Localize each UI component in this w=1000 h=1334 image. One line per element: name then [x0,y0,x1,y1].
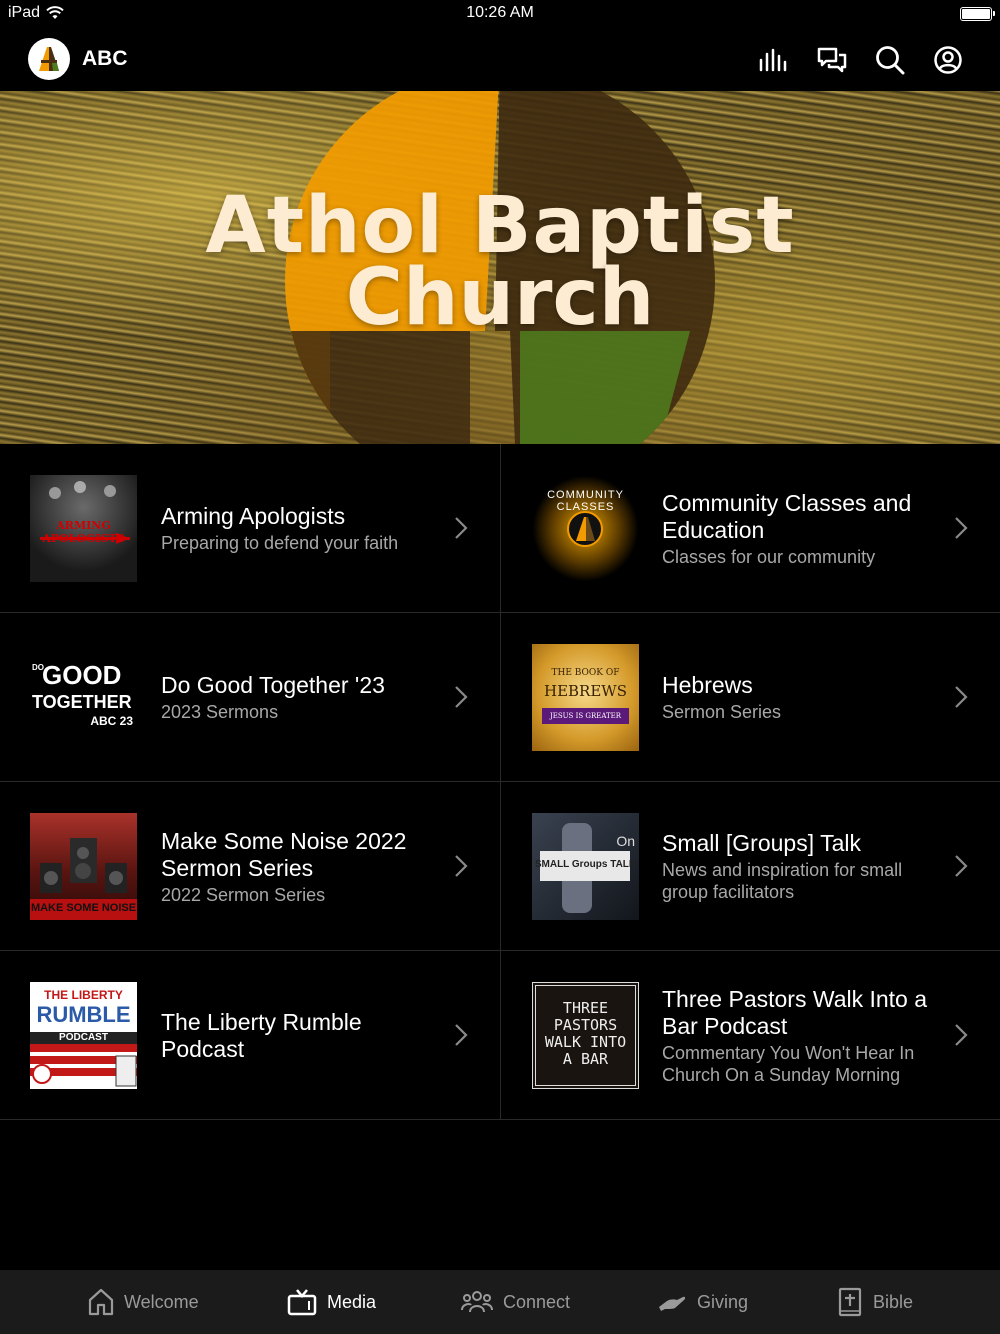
account-icon[interactable] [930,42,966,78]
media-item-three-pastors[interactable]: THREE PASTORS WALK INTO A BAR Three Past… [500,951,1000,1120]
tab-label: Connect [503,1291,571,1312]
media-item-title: Hebrews [662,672,753,698]
media-thumbnail: THE BOOK OF HEBREWS JESUS IS GREATER [532,644,639,751]
media-thumbnail: SMALL Groups TALK On [532,813,639,920]
media-thumbnail: THREE PASTORS WALK INTO A BAR [532,982,639,1089]
chat-icon[interactable] [814,42,850,78]
home-icon [88,1288,114,1316]
tab-label: Welcome [124,1291,199,1312]
header-actions [756,42,966,78]
bible-icon [838,1287,862,1317]
media-thumbnail: COMMUNITY CLASSES [532,475,639,582]
church-logo-icon [39,47,59,71]
media-item-liberty-rumble[interactable]: THE LIBERTY RUMBLE PODCAST The Liberty R… [0,951,500,1120]
media-item-arming-apologists[interactable]: ARMING APOLOGISTS Arming Apologists Prep… [0,444,500,613]
media-item-subtitle: Preparing to defend your faith [161,533,399,553]
thumb-caption: COMMUNITY CLASSES [547,489,624,513]
tab-label: Giving [697,1291,749,1312]
media-item-title: Community Classes and Education [662,489,912,543]
tab-label: Media [327,1291,377,1312]
thumb-line3: JESUS IS GREATER [542,708,629,724]
hero-banner: Athol Baptist Church [0,91,1000,444]
media-item-community-classes[interactable]: COMMUNITY CLASSES Community Classes and … [500,444,1000,613]
media-item-subtitle: Commentary You Won't Hear In Church On a… [662,1042,915,1085]
thumb-line1: THE LIBERTY [44,988,123,1002]
media-item-subtitle: Classes for our community [662,546,876,567]
media-item-do-good-together[interactable]: DO GOOD TOGETHER ABC 23 Do Good Together… [0,613,500,782]
chevron-right-icon [455,1024,468,1046]
chevron-right-icon [455,517,468,539]
app-logo[interactable] [28,38,70,80]
thumb-on: On [616,833,635,849]
app-header: ABC [0,28,1000,91]
media-thumbnail: MAKE SOME NOISE [30,813,137,920]
chevron-right-icon [455,686,468,708]
thumb-line2: RUMBLE [36,1002,131,1027]
battery-icon [960,7,995,21]
media-item-text: Small [Groups] Talk News and inspiration… [662,782,942,951]
tab-bar: Welcome Media Connect Giving Bible [0,1270,1000,1334]
media-item-subtitle: 2022 Sermon Series [161,884,326,905]
thumb-line2: TOGETHER [32,692,132,712]
tab-welcome[interactable]: Welcome [88,1270,199,1334]
tv-icon [287,1289,317,1316]
search-icon[interactable] [872,42,908,78]
media-item-title: The Liberty Rumble Podcast [161,1008,362,1062]
media-item-hebrews[interactable]: THE BOOK OF HEBREWS JESUS IS GREATER Heb… [500,613,1000,782]
people-icon [461,1291,493,1313]
media-item-title: Make Some Noise 2022 Sermon Series [161,827,407,881]
media-grid: ARMING APOLOGISTS Arming Apologists Prep… [0,444,1000,1121]
thumb-line4: A BAR [562,1050,609,1068]
media-thumbnail: THE LIBERTY RUMBLE PODCAST [30,982,137,1089]
media-item-subtitle: News and inspiration for small group fac… [662,860,903,902]
tab-bible[interactable]: Bible [837,1270,913,1334]
chevron-right-icon [955,517,968,539]
app-title: ABC [82,47,128,70]
media-thumbnail: ARMING APOLOGISTS [30,475,137,582]
status-bar: iPad 10:26 AM [0,0,1000,28]
audio-bars-icon[interactable] [756,42,792,78]
media-item-small-groups-talk[interactable]: SMALL Groups TALK On Small [Groups] Talk… [500,782,1000,951]
thumb-line1: THREE [562,999,609,1017]
media-item-text: Make Some Noise 2022 Sermon Series 2022 … [161,782,441,951]
media-item-text: Hebrews Sermon Series [662,613,942,782]
media-item-text: Do Good Together '23 2023 Sermons [161,613,441,782]
chevron-right-icon [955,686,968,708]
tab-label: Bible [873,1291,914,1312]
chevron-right-icon [955,855,968,877]
media-item-text: Arming Apologists Preparing to defend yo… [161,444,441,613]
tab-media[interactable]: Media [287,1270,376,1334]
media-item-title: Small [Groups] Talk [662,830,861,856]
media-item-title: Do Good Together '23 [161,672,385,698]
thumb-line2: PASTORS [553,1016,618,1034]
thumb-caption: MAKE SOME NOISE [30,902,137,914]
hand-icon [659,1296,686,1311]
thumb-line1: THE BOOK OF [551,668,620,678]
chevron-right-icon [455,855,468,877]
thumb-caption: ARMING APOLOGISTS [42,519,125,545]
media-item-text: Community Classes and Education Classes … [662,444,942,613]
hero-title-line2: Church [345,253,655,343]
media-item-title: Three Pastors Walk Into a Bar Podcast [662,985,928,1039]
tab-giving[interactable]: Giving [657,1270,748,1334]
status-time: 10:26 AM [466,4,534,21]
media-item-text: Three Pastors Walk Into a Bar Podcast Co… [662,951,942,1120]
media-thumbnail: DO GOOD TOGETHER ABC 23 [30,644,137,751]
thumb-line3: WALK INTO [544,1033,627,1051]
thumb-caption: SMALL Groups TALK [534,859,637,870]
media-item-text: The Liberty Rumble Podcast [161,951,441,1120]
media-item-subtitle: Sermon Series [662,702,782,722]
media-item-title: Arming Apologists [161,503,346,529]
chevron-right-icon [955,1024,968,1046]
media-item-subtitle: 2023 Sermons [161,702,279,722]
tab-connect[interactable]: Connect [461,1270,570,1334]
thumb-line3: PODCAST [59,1032,108,1043]
thumb-line3: ABC 23 [90,714,133,728]
media-item-make-some-noise[interactable]: MAKE SOME NOISE Make Some Noise 2022 Ser… [0,782,500,951]
thumb-line2: HEBREWS [544,682,627,700]
thumb-line1: GOOD [42,660,122,690]
